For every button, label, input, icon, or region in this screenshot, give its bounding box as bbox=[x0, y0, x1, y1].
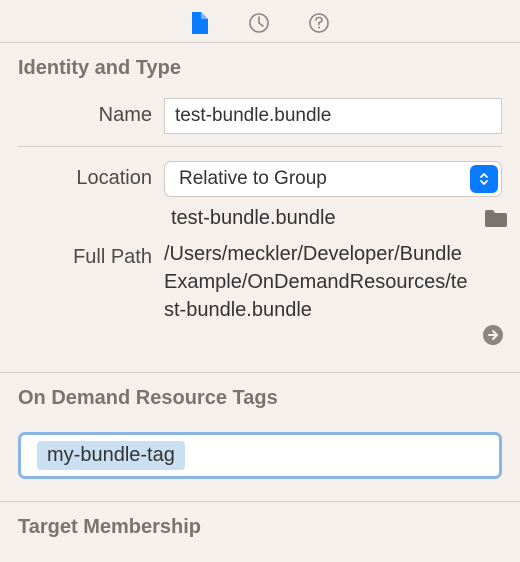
file-inspector-tab[interactable] bbox=[188, 12, 210, 34]
location-filename: test-bundle.bundle bbox=[171, 207, 482, 230]
clock-icon bbox=[248, 12, 270, 34]
name-divider bbox=[18, 146, 502, 147]
fullpath-value: /Users/meckler/Developer/BundleExample/O… bbox=[164, 240, 480, 324]
chevron-up-down-icon bbox=[470, 165, 498, 193]
name-input[interactable] bbox=[164, 98, 502, 134]
inspector-tab-bar bbox=[0, 0, 520, 42]
name-row: Name bbox=[0, 94, 520, 140]
resource-tags-field[interactable]: my-bundle-tag bbox=[18, 432, 502, 479]
document-icon bbox=[190, 12, 208, 34]
location-select-value: Relative to Group bbox=[179, 168, 327, 190]
location-select[interactable]: Relative to Group bbox=[164, 161, 502, 197]
folder-icon bbox=[484, 209, 508, 229]
arrow-right-circle-icon bbox=[481, 323, 505, 347]
fullpath-row: Full Path /Users/meckler/Developer/Bundl… bbox=[0, 234, 520, 352]
text-cursor bbox=[187, 444, 188, 468]
identity-section-title: Identity and Type bbox=[0, 43, 520, 94]
name-label: Name bbox=[0, 98, 164, 127]
fullpath-label: Full Path bbox=[0, 240, 164, 269]
location-filename-row: test-bundle.bundle bbox=[0, 203, 520, 234]
location-row: Location Relative to Group bbox=[0, 157, 520, 203]
location-label: Location bbox=[0, 161, 164, 190]
choose-folder-button[interactable] bbox=[482, 209, 510, 229]
target-membership-section-title: Target Membership bbox=[0, 502, 520, 553]
tag-token[interactable]: my-bundle-tag bbox=[37, 441, 185, 470]
question-icon bbox=[308, 12, 330, 34]
reveal-in-finder-button[interactable] bbox=[480, 322, 506, 348]
history-tab[interactable] bbox=[248, 12, 270, 34]
resource-tags-section-title: On Demand Resource Tags bbox=[0, 373, 520, 424]
help-tab[interactable] bbox=[308, 12, 330, 34]
